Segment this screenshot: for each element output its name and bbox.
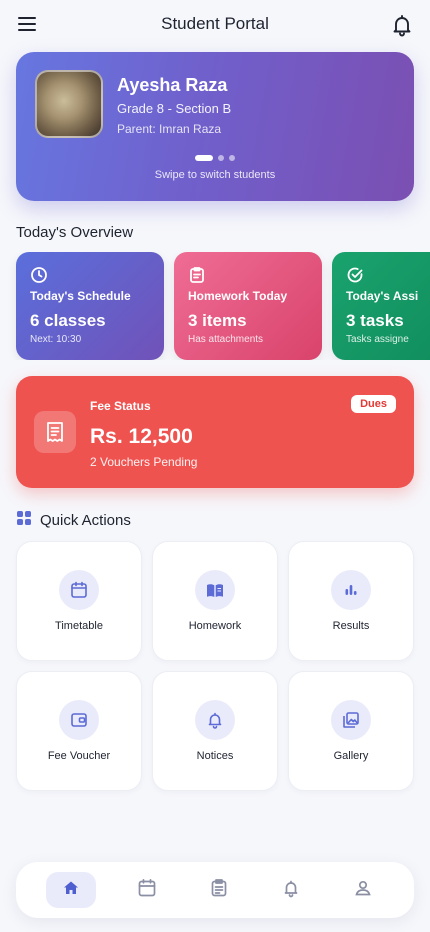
student-parent: Parent: Imran Raza <box>117 122 222 136</box>
bar-chart-icon <box>331 570 371 610</box>
student-pager-dots[interactable] <box>16 155 414 161</box>
student-name: Ayesha Raza <box>117 75 228 95</box>
grid-icon <box>16 510 32 531</box>
calendar-icon <box>137 878 157 903</box>
fee-amount: Rs. 12,500 <box>90 425 193 448</box>
overview-card-assignments[interactable]: Today's Assi 3 tasks Tasks assigne <box>332 252 430 360</box>
notifications-bell-icon[interactable] <box>390 13 414 37</box>
overview-section-title: Today's Overview <box>16 224 134 241</box>
fee-pending-vouchers: 2 Vouchers Pending <box>90 455 198 469</box>
quick-action-notices[interactable]: Notices <box>152 671 278 791</box>
nav-profile[interactable] <box>338 872 388 908</box>
pager-dot-1[interactable] <box>195 155 213 161</box>
overview-card-subtitle: Tasks assigne <box>346 334 409 345</box>
dues-badge: Dues <box>351 395 396 413</box>
overview-card-homework[interactable]: Homework Today 3 items Has attachments <box>174 252 322 360</box>
quick-action-results[interactable]: Results <box>288 541 414 661</box>
student-avatar <box>35 70 103 138</box>
quick-action-gallery[interactable]: Gallery <box>288 671 414 791</box>
clipboard-icon <box>209 878 229 903</box>
app-header: Student Portal <box>0 0 430 48</box>
quick-action-label: Results <box>332 620 370 632</box>
student-profile-card[interactable]: Ayesha Raza Grade 8 - Section B Parent: … <box>16 52 414 201</box>
overview-card-title: Today's Assi <box>346 289 419 303</box>
quick-action-label: Notices <box>196 750 234 762</box>
quick-action-label: Timetable <box>55 620 103 632</box>
fee-status-label: Fee Status <box>90 399 151 413</box>
bell-icon <box>281 878 301 903</box>
swipe-hint: Swipe to switch students <box>154 169 276 181</box>
overview-card-title: Today's Schedule <box>30 289 131 303</box>
overview-carousel[interactable]: Today's Schedule 6 classes Next: 10:30 H… <box>0 252 430 360</box>
clock-icon <box>30 266 48 284</box>
book-open-icon <box>195 570 235 610</box>
page-title: Student Portal <box>161 14 269 33</box>
student-portal-app: Student Portal Ayesha Raza Grade 8 - Sec… <box>0 0 430 932</box>
quick-action-timetable[interactable]: Timetable <box>16 541 142 661</box>
bell-icon <box>195 700 235 740</box>
quick-actions-grid: Timetable Homework Results Fee Voucher N… <box>16 541 414 791</box>
quick-actions-title: Quick Actions <box>40 511 131 529</box>
overview-card-subtitle: Has attachments <box>188 334 264 345</box>
wallet-icon <box>59 700 99 740</box>
pager-dot-3[interactable] <box>229 155 235 161</box>
home-icon <box>62 879 80 902</box>
overview-card-subtitle: Next: 10:30 <box>30 334 82 345</box>
photo-library-icon <box>331 700 371 740</box>
quick-action-fee-voucher[interactable]: Fee Voucher <box>16 671 142 791</box>
quick-action-label: Gallery <box>333 750 369 762</box>
student-grade: Grade 8 - Section B <box>117 101 232 116</box>
overview-card-value: 6 classes <box>30 311 106 330</box>
nav-home[interactable] <box>46 872 96 908</box>
nav-notices[interactable] <box>266 872 316 908</box>
quick-action-label: Homework <box>188 620 242 632</box>
nav-homework[interactable] <box>194 872 244 908</box>
calendar-icon <box>59 570 99 610</box>
quick-action-label: Fee Voucher <box>47 750 111 762</box>
check-circle-icon <box>346 266 364 284</box>
clipboard-icon <box>188 266 206 284</box>
overview-card-title: Homework Today <box>188 289 288 303</box>
overview-card-value: 3 items <box>188 311 247 330</box>
overview-card-value: 3 tasks <box>346 311 404 330</box>
overview-card-schedule[interactable]: Today's Schedule 6 classes Next: 10:30 <box>16 252 164 360</box>
quick-action-homework[interactable]: Homework <box>152 541 278 661</box>
user-icon <box>353 878 373 903</box>
receipt-icon <box>34 411 76 453</box>
quick-actions-header: Quick Actions <box>16 510 131 530</box>
nav-timetable[interactable] <box>122 872 172 908</box>
pager-dot-2[interactable] <box>218 155 224 161</box>
bottom-navigation <box>16 862 414 918</box>
fee-status-card[interactable]: Fee Status Rs. 12,500 2 Vouchers Pending… <box>16 376 414 488</box>
